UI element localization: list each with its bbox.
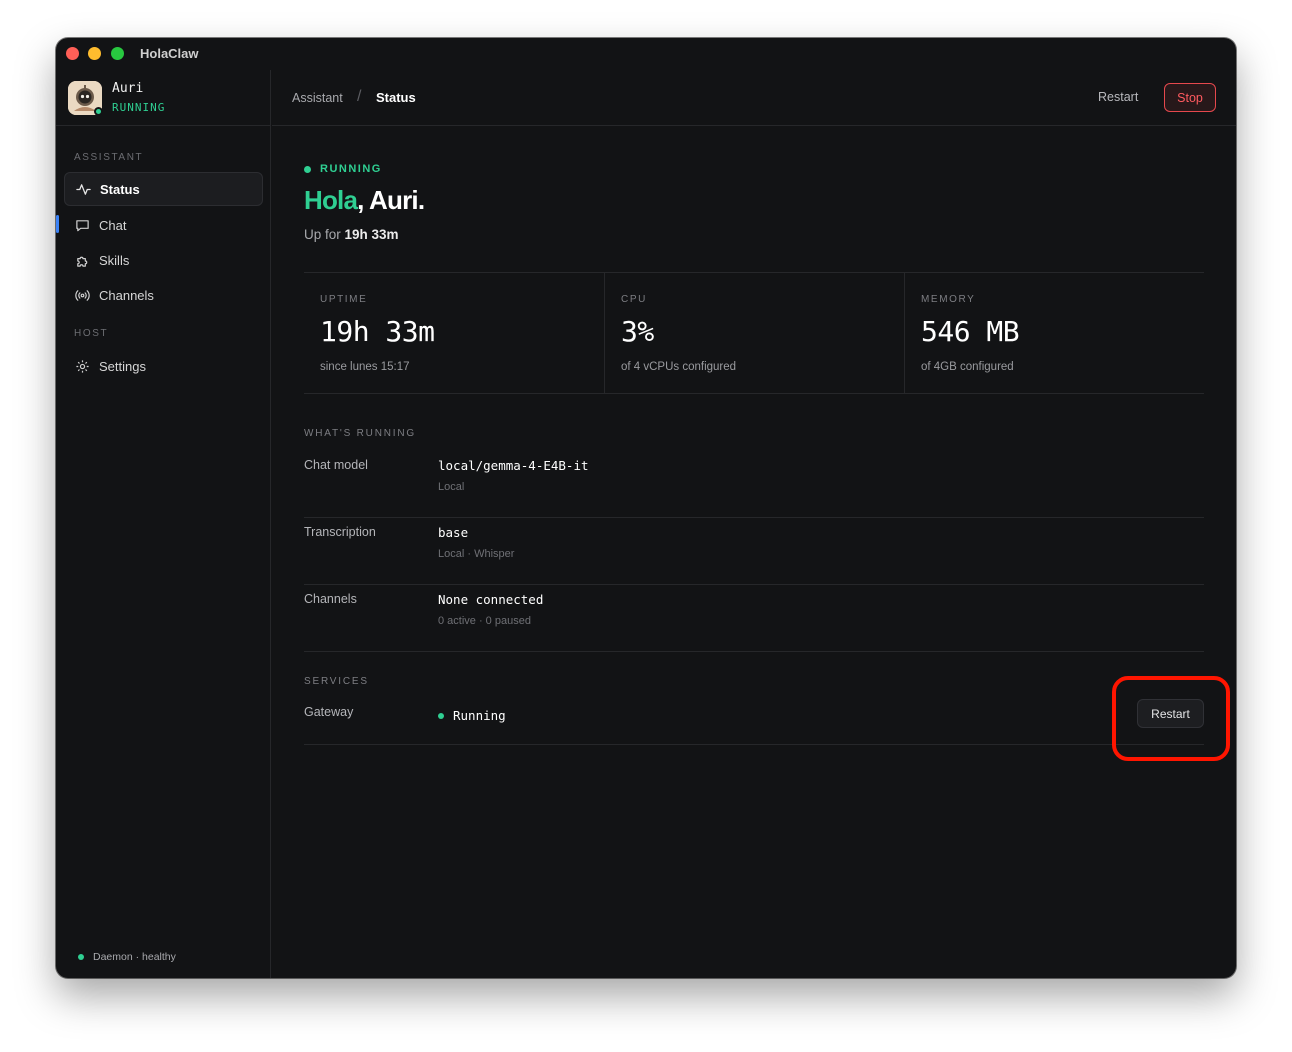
uptime-summary: Up for 19h 33m <box>304 227 399 242</box>
row-value: None connected <box>438 592 544 607</box>
sidebar-item-settings[interactable]: Settings <box>64 349 263 383</box>
stat-label: CPU <box>621 294 647 305</box>
stat-sub: since lunes 15:17 <box>320 361 410 373</box>
assistant-status: RUNNING <box>112 101 166 114</box>
stat-cpu: CPU 3% of 4 vCPUs configured <box>604 273 904 393</box>
row-key: Channels <box>304 592 357 606</box>
sidebar-item-channels[interactable]: Channels <box>64 278 263 312</box>
uptime-prefix: Up for <box>304 227 341 242</box>
sidebar-item-label: Status <box>100 181 140 197</box>
service-name: Gateway <box>304 705 354 719</box>
section-label-services: SERVICES <box>304 676 369 687</box>
row-value: local/gemma-4-E4B-it <box>438 458 589 473</box>
close-window-button[interactable] <box>66 47 79 60</box>
app-window: HolaClaw Auri RUNNING ASSISTANT Status C… <box>56 38 1236 978</box>
stat-memory: MEMORY 546 MB of 4GB configured <box>904 273 1204 393</box>
section-label-assistant: ASSISTANT <box>74 152 144 163</box>
row-key: Transcription <box>304 525 376 539</box>
online-indicator <box>94 107 103 116</box>
stat-value: 3% <box>621 315 654 348</box>
stat-sub: of 4 vCPUs configured <box>621 361 737 373</box>
stat-label: UPTIME <box>320 294 368 305</box>
minimize-window-button[interactable] <box>88 47 101 60</box>
sidebar-item-skills[interactable]: Skills <box>64 243 263 277</box>
stats-panel: UPTIME 19h 33m since lunes 15:17 CPU 3% … <box>304 272 1204 394</box>
stat-value: 546 MB <box>921 315 1020 348</box>
status-dot <box>438 712 444 719</box>
sidebar: Auri RUNNING ASSISTANT Status Chat Skill… <box>56 70 271 978</box>
highlight-annotation <box>1112 676 1230 761</box>
assistant-profile[interactable]: Auri RUNNING <box>56 70 271 126</box>
greeting: Hola <box>304 185 358 215</box>
stat-label: MEMORY <box>921 294 976 305</box>
top-bar: Assistant / Status Restart Stop <box>272 70 1236 126</box>
sidebar-item-label: Chat <box>99 217 127 233</box>
sidebar-item-status[interactable]: Status <box>64 172 263 206</box>
breadcrumb-separator: / <box>357 88 362 105</box>
status-page: RUNNING Hola, Auri. Up for 19h 33m UPTIM… <box>272 127 1236 978</box>
sidebar-item-label: Channels <box>99 287 154 303</box>
running-label: RUNNING <box>320 163 382 175</box>
sidebar-item-chat[interactable]: Chat <box>64 208 263 242</box>
stat-value: 19h 33m <box>320 315 435 348</box>
row-sub: Local · Whisper <box>438 548 515 560</box>
daemon-status: Daemon · healthy <box>78 951 176 963</box>
section-label-host: HOST <box>74 328 109 339</box>
stat-uptime: UPTIME 19h 33m since lunes 15:17 <box>304 273 604 393</box>
broadcast-icon <box>74 287 90 303</box>
stop-button[interactable]: Stop <box>1164 83 1216 112</box>
gear-icon <box>74 358 90 374</box>
assistant-name: Auri <box>112 81 144 96</box>
row-key: Chat model <box>304 458 368 472</box>
info-row-transcription: Transcription base Local · Whisper <box>304 518 1204 585</box>
title-bar: HolaClaw <box>56 38 1236 70</box>
stat-sub: of 4GB configured <box>921 361 1014 373</box>
info-row-channels: Channels None connected 0 active · 0 pau… <box>304 585 1204 652</box>
running-badge: RUNNING <box>304 163 382 175</box>
activity-icon <box>75 181 91 197</box>
restart-button[interactable]: Restart <box>1098 90 1138 104</box>
status-dot <box>78 954 84 960</box>
service-status-text: Running <box>453 708 506 723</box>
zoom-window-button[interactable] <box>111 47 124 60</box>
assistant-greeting-name: , Auri. <box>357 185 425 215</box>
chat-bubble-icon <box>74 217 90 233</box>
daemon-status-text: Daemon · healthy <box>93 951 176 963</box>
page-title: Hola, Auri. <box>304 185 425 216</box>
section-label-whats-running: WHAT'S RUNNING <box>304 428 416 439</box>
service-status: Running <box>438 708 506 723</box>
uptime-value: 19h 33m <box>344 227 399 242</box>
breadcrumb-current: Status <box>376 90 416 105</box>
avatar <box>68 81 103 116</box>
sidebar-item-label: Settings <box>99 358 146 374</box>
row-value: base <box>438 525 469 540</box>
active-nav-indicator <box>56 215 59 233</box>
app-title: HolaClaw <box>140 46 199 61</box>
row-sub: Local <box>438 481 465 493</box>
status-dot <box>304 165 311 173</box>
info-row-chat-model: Chat model local/gemma-4-E4B-it Local <box>304 451 1204 518</box>
row-sub: 0 active · 0 paused <box>438 615 531 627</box>
sidebar-item-label: Skills <box>99 252 130 268</box>
breadcrumb-assistant[interactable]: Assistant <box>292 91 343 105</box>
service-row-gateway: Gateway Running Restart <box>304 697 1204 745</box>
puzzle-icon <box>74 252 90 268</box>
